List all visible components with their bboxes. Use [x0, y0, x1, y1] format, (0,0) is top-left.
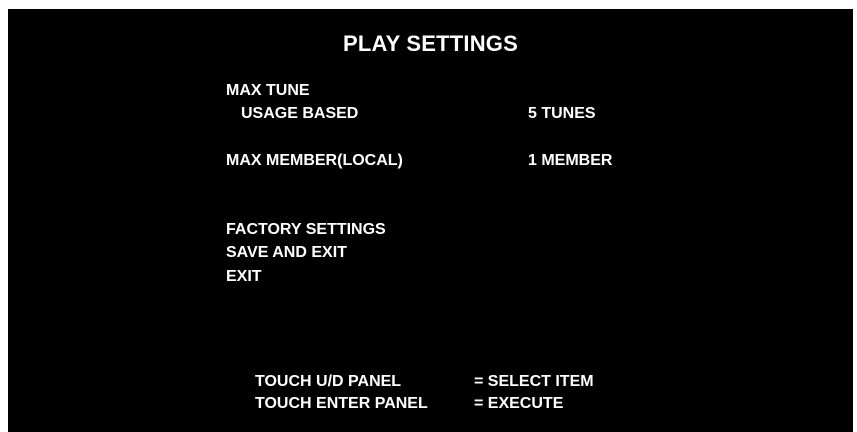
instruction-control-select: TOUCH U/D PANEL — [255, 373, 402, 390]
usage-based-setting[interactable]: USAGE BASED — [241, 104, 358, 124]
max-member-setting[interactable]: MAX MEMBER(LOCAL) — [226, 151, 403, 171]
max-member-value: 1 MEMBER — [528, 152, 613, 169]
usage-based-value: 5 TUNES — [528, 105, 596, 122]
instruction-action-execute: = EXECUTE — [474, 395, 564, 412]
settings-screen: PLAY SETTINGS MAX TUNE USAGE BASED 5 TUN… — [8, 9, 853, 432]
max-tune-group-label: MAX TUNE — [226, 82, 310, 99]
instruction-control-execute: TOUCH ENTER PANEL — [255, 395, 428, 412]
exit-item[interactable]: EXIT — [226, 267, 262, 287]
factory-settings-item[interactable]: FACTORY SETTINGS — [226, 220, 386, 240]
instruction-action-select: = SELECT ITEM — [474, 373, 594, 390]
save-and-exit-item[interactable]: SAVE AND EXIT — [226, 243, 347, 263]
page-title: PLAY SETTINGS — [343, 31, 518, 56]
